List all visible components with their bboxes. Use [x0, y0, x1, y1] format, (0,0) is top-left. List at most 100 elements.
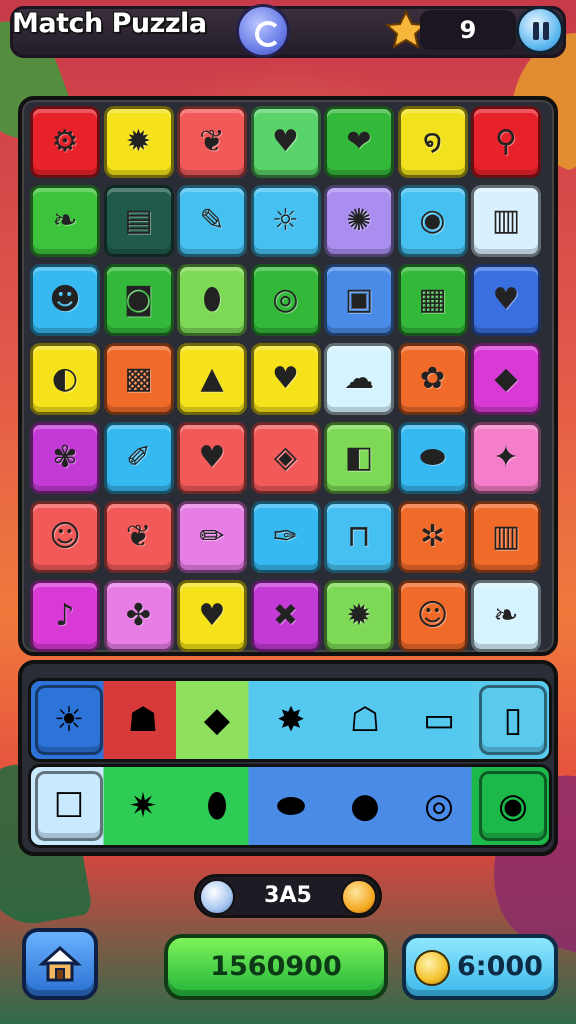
board-tile[interactable]: ☺ [30, 501, 100, 573]
tray-slot[interactable]: ✸ [257, 685, 325, 755]
spiky-ball-icon: ✸ [276, 700, 306, 740]
board-tile[interactable]: ⬬ [397, 422, 468, 494]
board-tile[interactable]: ໑ [397, 106, 468, 178]
board-tile[interactable]: ✦ [471, 422, 541, 494]
coins-button[interactable]: 6:000 [402, 934, 558, 1000]
board-tile[interactable]: ▤ [103, 185, 174, 257]
level-badge-icon[interactable] [236, 4, 290, 58]
pause-button[interactable] [516, 6, 564, 54]
board-tile[interactable]: ❦ [177, 106, 247, 178]
cross-icon: ✖ [272, 598, 299, 633]
chat-bubble-icon: ✦ [493, 440, 519, 475]
board-tile[interactable]: ◧ [324, 422, 394, 494]
board-tile[interactable]: ♪ [30, 580, 100, 652]
board-tile[interactable]: ♥ [250, 343, 321, 415]
feather-icon: ⬮ [202, 282, 222, 317]
board-tile[interactable]: ▦ [397, 264, 468, 336]
board-tile[interactable]: ✖ [250, 580, 321, 652]
board-tile[interactable]: ❧ [30, 185, 100, 257]
home-icon [38, 945, 82, 982]
board-tile[interactable]: ▣ [324, 264, 394, 336]
board-tile[interactable]: ⚲ [471, 106, 541, 178]
apple-icon: ● [350, 786, 380, 826]
card-icon: ▭ [422, 700, 456, 740]
board-tile[interactable]: ☁ [324, 343, 394, 415]
bell-icon: ♪ [55, 598, 75, 633]
tray-slot[interactable]: ◉ [479, 771, 547, 841]
board-tile[interactable]: ◎ [250, 264, 321, 336]
board-tile[interactable]: ✹ [324, 580, 394, 652]
star-blob-icon: ✤ [125, 598, 152, 633]
board-tile[interactable]: ⊓ [324, 501, 394, 573]
jar-icon: ▥ [491, 203, 521, 238]
board-tile[interactable]: ◙ [103, 264, 174, 336]
game-board: ⚙ ✹ ❦ ♥ ❤ ໑ ⚲ ❧ ▤ ✎ ☼ ✺ ◉ ▥ ☻ ◙ ⬮ ◎ ▣ ▦ ♥ ◐ ▩ ▲ ♥ ☁ ✿ ◆ ✾ ✐ ♥ ◈ ◧ ⬬ ✦ ☺ ❦ ✏ ✑ ⊓… [18, 96, 558, 656]
star-count: 9 [420, 10, 516, 50]
tray-slot[interactable]: ▯ [479, 685, 547, 755]
tray-slot[interactable]: ☀ [35, 685, 103, 755]
heart-icon: ♥ [492, 282, 520, 317]
board-tile[interactable]: ✏ [177, 501, 247, 573]
bug-icon: ✷ [128, 786, 158, 826]
tray-slot[interactable]: ☖ [331, 685, 399, 755]
board-tile[interactable]: ✺ [324, 185, 394, 257]
board-tile[interactable]: ▥ [471, 185, 541, 257]
heart-face-icon: ♥ [198, 440, 226, 475]
picture-icon: ▦ [418, 282, 447, 317]
board-tile[interactable]: ♥ [177, 422, 247, 494]
eggplant-icon: ⬬ [419, 440, 446, 475]
board-tile[interactable]: ❧ [471, 580, 541, 652]
tray-slot[interactable]: ⬬ [257, 771, 325, 841]
board-tile[interactable]: ☻ [30, 264, 100, 336]
tray-slot[interactable]: ◆ [183, 685, 251, 755]
blob-icon: ☁ [344, 361, 374, 396]
board-tile[interactable]: ✹ [103, 106, 174, 178]
cone-icon: ▲ [200, 361, 224, 396]
donut-icon: ◎ [424, 786, 454, 826]
board-tile[interactable]: ▩ [103, 343, 174, 415]
camera-icon: ◙ [123, 282, 154, 317]
tray-slot[interactable]: ▭ [405, 685, 473, 755]
board-tile[interactable]: ✿ [397, 343, 468, 415]
tray-slot[interactable]: ☐ [35, 771, 103, 841]
board-tile[interactable]: ♥ [250, 106, 321, 178]
board-tile[interactable]: ✤ [103, 580, 174, 652]
board-tile[interactable]: ✑ [250, 501, 321, 573]
board-tile[interactable]: ◆ [471, 343, 541, 415]
board-tile[interactable]: ✐ [103, 422, 174, 494]
board-tile[interactable]: ☼ [250, 185, 321, 257]
board-tile[interactable]: ▥ [471, 501, 541, 573]
tray-slot[interactable]: ☗ [109, 685, 177, 755]
board-tile[interactable]: ✎ [177, 185, 247, 257]
board-tile[interactable]: ♥ [177, 580, 247, 652]
board-tile[interactable]: ❤ [324, 106, 394, 178]
sun-icon: ✹ [346, 598, 372, 633]
board-tile[interactable]: ◐ [30, 343, 100, 415]
box-face-icon: ▣ [344, 282, 374, 317]
ghost-icon: ☗ [127, 700, 159, 740]
board-tile[interactable]: ✾ [30, 422, 100, 494]
pin-icon: ✎ [199, 203, 225, 238]
sun-icon: ✺ [346, 203, 372, 238]
strawberry-icon: ❤ [346, 124, 372, 159]
board-tile[interactable]: ◈ [250, 422, 321, 494]
pencil-icon: ✏ [199, 519, 225, 554]
sun-face-icon: ☼ [272, 203, 299, 238]
tray-row: ☐ ✷ ⬮ ⬬ ● ◎ ◉ [28, 764, 552, 848]
board-tile[interactable]: ◉ [397, 185, 468, 257]
tray-slot[interactable]: ◎ [405, 771, 473, 841]
board-tile[interactable]: ❦ [103, 501, 174, 573]
tray-slot[interactable]: ✷ [109, 771, 177, 841]
board-tile[interactable]: ⚙ [30, 106, 100, 178]
refresh-icon[interactable] [341, 879, 377, 915]
tray-slot[interactable]: ⬮ [183, 771, 251, 841]
board-tile[interactable]: ♥ [471, 264, 541, 336]
tray-slot[interactable]: ● [331, 771, 399, 841]
board-tile[interactable]: ▲ [177, 343, 247, 415]
board-tile[interactable]: ⬮ [177, 264, 247, 336]
score-display[interactable]: 1560900 [164, 934, 388, 1000]
hint-icon[interactable] [199, 879, 235, 915]
board-tile[interactable]: ✲ [397, 501, 468, 573]
board-tile[interactable]: ☺ [397, 580, 468, 652]
home-button[interactable] [22, 928, 98, 1000]
